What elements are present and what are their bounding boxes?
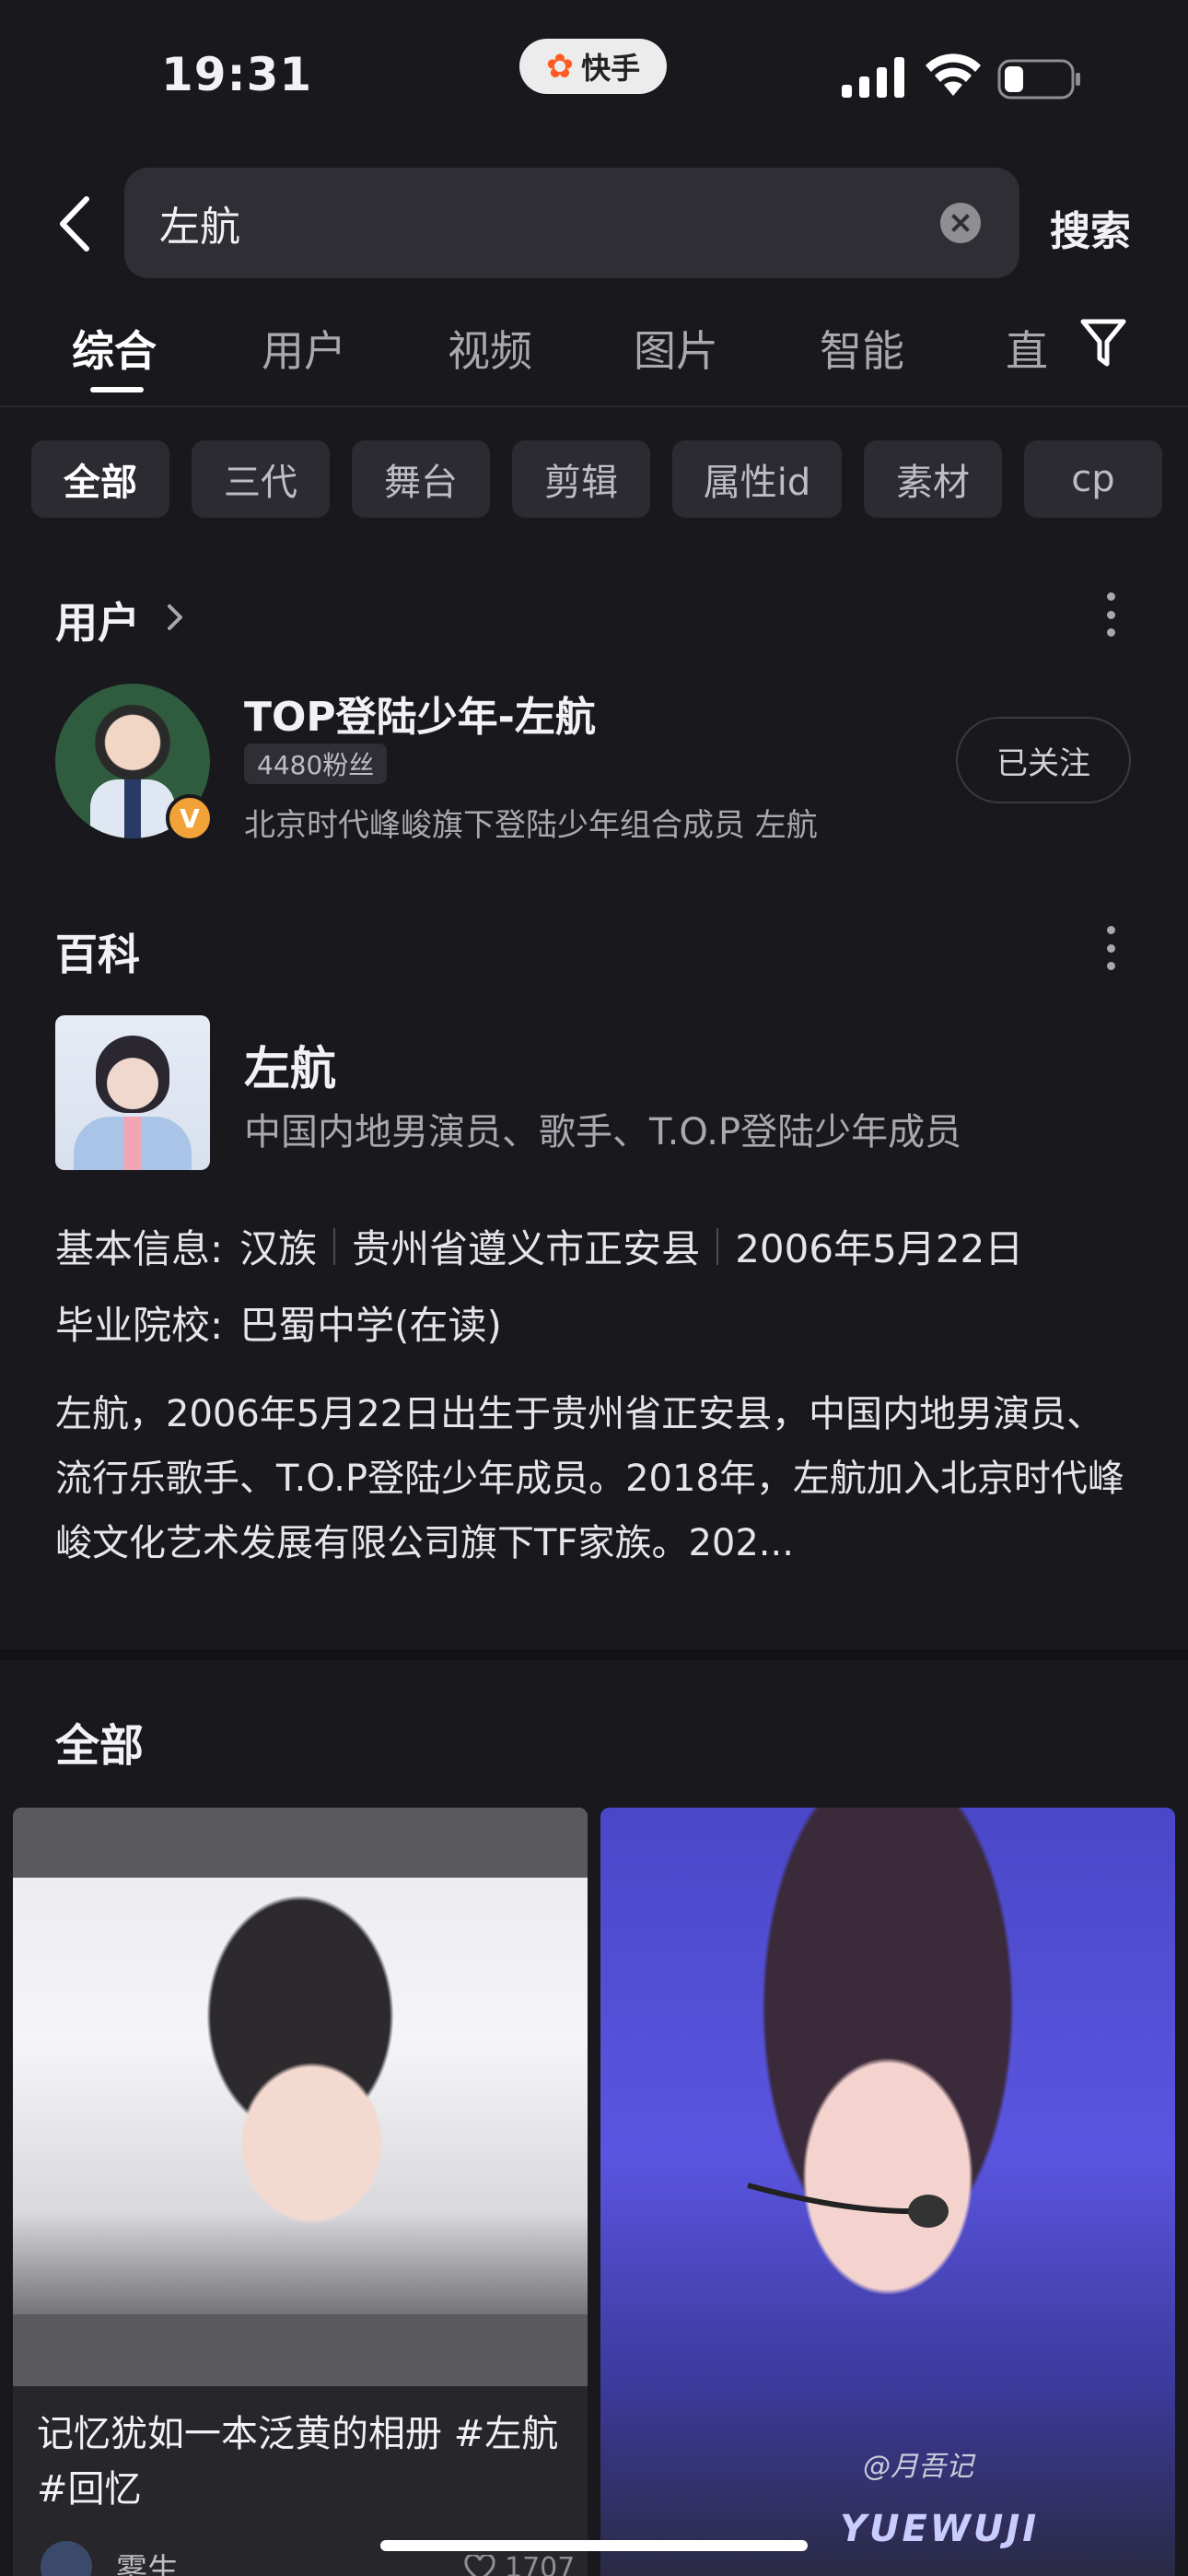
thumbnail-band: [13, 2314, 588, 2386]
user-section-more-icon[interactable]: [1105, 592, 1116, 637]
wifi-icon: [926, 53, 981, 96]
section-separator: [0, 1649, 1188, 1660]
video-card[interactable]: @月吾记 YUEWUJI: [600, 1808, 1175, 2576]
following-button[interactable]: 已关注: [956, 717, 1131, 803]
chip-material[interactable]: 素材: [864, 440, 1002, 518]
chevron-right-icon[interactable]: [162, 597, 190, 638]
info-separator: [333, 1227, 336, 1265]
user-section-title[interactable]: 用户: [55, 590, 140, 650]
heart-icon: [464, 2554, 495, 2576]
user-description: 北京时代峰峻旗下登陆少年组合成员 左航: [244, 807, 818, 844]
headset-mic-icon: [747, 2183, 949, 2228]
chip-cp[interactable]: cp: [1024, 440, 1162, 518]
video-title[interactable]: 记忆犹如一本泛黄的相册 #左航 #回忆: [37, 2406, 571, 2517]
tab-users[interactable]: 用户: [262, 318, 346, 379]
search-input[interactable]: 左航: [124, 168, 1019, 278]
basic-info-label: 基本信息:: [55, 1226, 224, 1271]
author-name[interactable]: 雾生: [116, 2545, 179, 2576]
like-count[interactable]: 1707: [464, 2552, 575, 2576]
baike-section-title: 百科: [55, 930, 140, 979]
chip-third-gen[interactable]: 三代: [192, 440, 330, 518]
cellular-signal-icon: [842, 57, 904, 98]
like-count-value: 1707: [505, 2552, 576, 2576]
user-name[interactable]: TOP登陆少年-左航: [244, 684, 596, 743]
verified-badge-icon: V: [166, 794, 214, 842]
watermark-text: @月吾记: [863, 2451, 973, 2483]
baike-name[interactable]: 左航: [244, 1032, 336, 1098]
baike-more-icon[interactable]: [1105, 926, 1116, 970]
tab-smart[interactable]: 智能: [820, 318, 904, 379]
video-thumbnail[interactable]: [13, 1808, 588, 2386]
overlay-logo-text: YUEWUJI: [840, 2508, 1040, 2550]
basic-info-birthdate: 2006年5月22日: [735, 1226, 1024, 1271]
baike-portrait[interactable]: [55, 1015, 210, 1170]
basic-info-birthplace: 贵州省遵义市正安县: [352, 1226, 701, 1271]
active-tab-indicator: [90, 387, 144, 392]
tab-divider: [0, 405, 1188, 407]
search-query[interactable]: 左航: [159, 193, 940, 252]
filter-chips: 全部 三代 舞台 剪辑 属性id 素材 cp: [31, 440, 1162, 518]
baike-bio[interactable]: 左航，2006年5月22日出生于贵州省正安县，中国内地男演员、流行乐歌手、T.O…: [55, 1382, 1133, 1575]
chip-attribute-id[interactable]: 属性id: [672, 440, 842, 518]
filter-icon[interactable]: [1079, 318, 1127, 369]
home-indicator[interactable]: [380, 2540, 808, 2551]
school-label: 毕业院校:: [55, 1303, 224, 1348]
fans-count-badge: 4480粉丝: [244, 744, 388, 784]
search-button[interactable]: 搜索: [1050, 198, 1131, 257]
feed-section-title: 全部: [55, 1720, 145, 1772]
clear-icon[interactable]: [940, 203, 981, 243]
school-value: 巴蜀中学(在读): [239, 1303, 502, 1348]
tab-live[interactable]: 直: [1006, 318, 1048, 379]
video-card[interactable]: 记忆犹如一本泛黄的相册 #左航 #回忆 雾生 1707: [13, 1808, 588, 2576]
battery-icon: [997, 59, 1080, 100]
chip-stage[interactable]: 舞台: [352, 440, 490, 518]
status-time: 19:31: [161, 48, 313, 101]
back-icon[interactable]: [53, 193, 94, 254]
tab-videos[interactable]: 视频: [448, 318, 532, 379]
basic-info-ethnicity: 汉族: [239, 1226, 318, 1271]
kuaishou-logo-icon: ✿: [545, 47, 575, 86]
tab-comprehensive[interactable]: 综合: [72, 318, 157, 379]
app-badge-label: 快手: [581, 51, 641, 86]
tab-images[interactable]: 图片: [634, 318, 718, 379]
baike-subtitle: 中国内地男演员、歌手、T.O.P登陆少年成员: [244, 1111, 962, 1153]
chip-all[interactable]: 全部: [31, 440, 169, 518]
basic-info-row: 基本信息: 汉族 贵州省遵义市正安县 2006年5月22日: [55, 1218, 1023, 1274]
author-avatar[interactable]: [41, 2541, 92, 2576]
chip-edit[interactable]: 剪辑: [512, 440, 650, 518]
school-row: 毕业院校: 巴蜀中学(在读): [55, 1294, 502, 1351]
info-separator: [716, 1227, 719, 1265]
kuaishou-app-badge[interactable]: ✿ 快手: [519, 39, 667, 94]
